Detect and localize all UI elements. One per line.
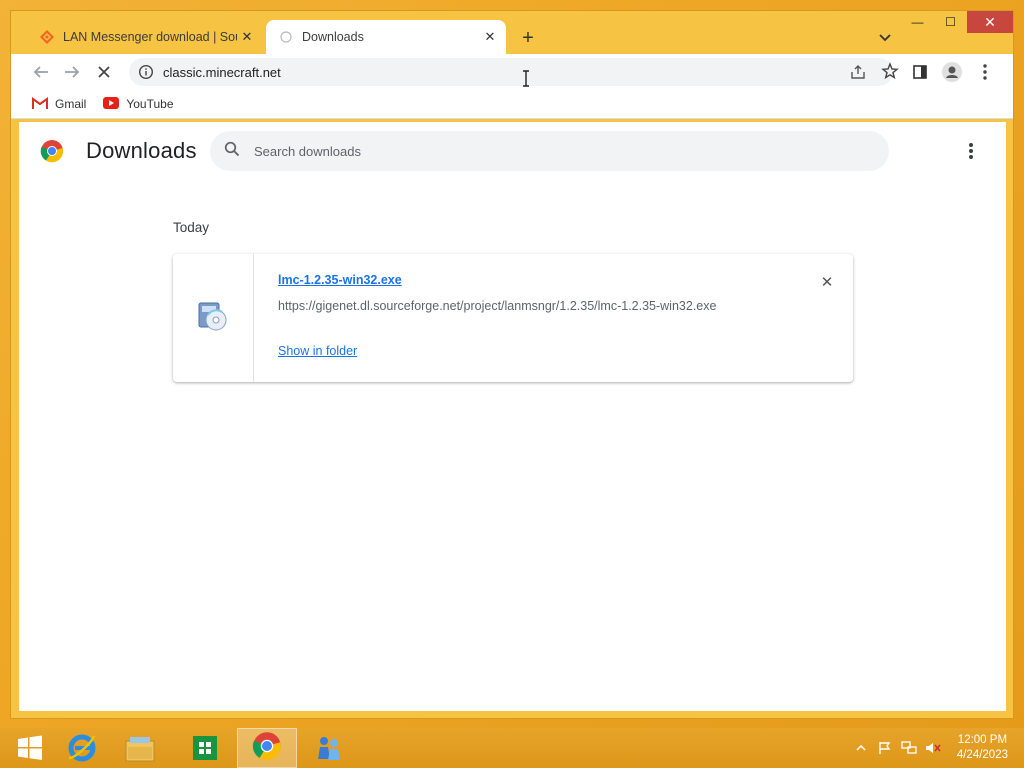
back-arrow-icon[interactable]: [30, 61, 52, 83]
download-item-card: lmc-1.2.35-win32.exe https://gigenet.dl.…: [173, 254, 853, 382]
youtube-icon: [103, 96, 120, 112]
chrome-taskbar-button[interactable]: [237, 728, 297, 768]
downloads-page: Downloads Today: [19, 122, 1006, 711]
store-icon[interactable]: [175, 728, 235, 768]
browser-toolbar: classic.minecraft.net: [11, 54, 1013, 90]
forward-arrow-icon[interactable]: [61, 61, 83, 83]
chrome-logo-icon: [40, 139, 64, 168]
sourceforge-icon: [39, 29, 55, 45]
windows-taskbar: 12:00 PM 4/24/2023: [0, 728, 1024, 768]
minimize-button[interactable]: —: [901, 11, 934, 33]
more-actions-icon[interactable]: [962, 142, 980, 160]
internet-explorer-icon[interactable]: [52, 728, 112, 768]
date-group-label: Today: [173, 220, 210, 235]
bookmark-label: Gmail: [55, 97, 87, 111]
downloaded-file-link[interactable]: lmc-1.2.35-win32.exe: [278, 273, 402, 287]
tab-search-chevron-icon[interactable]: [873, 26, 897, 50]
messenger-icon[interactable]: [299, 728, 359, 768]
clock-time: 12:00 PM: [957, 734, 1008, 746]
chrome-menu-icon[interactable]: [974, 61, 996, 83]
bookmark-label: YouTube: [126, 97, 174, 111]
window-controls: — ☐ ✕: [901, 11, 1013, 33]
bookmark-youtube[interactable]: YouTube: [103, 96, 174, 112]
file-explorer-icon[interactable]: [110, 728, 170, 768]
tab-close-icon[interactable]: ✕: [237, 27, 257, 47]
bookmark-gmail[interactable]: Gmail: [32, 96, 87, 112]
start-button[interactable]: [0, 728, 60, 768]
search-icon: [224, 141, 240, 162]
downloads-header: Downloads: [19, 122, 1006, 180]
tab-title: LAN Messenger download | SourceForge.net: [63, 30, 237, 44]
system-tray: 12:00 PM 4/24/2023: [851, 728, 1024, 768]
network-icon[interactable]: [899, 738, 919, 758]
maximize-button[interactable]: ☐: [934, 11, 967, 33]
bookmark-star-icon[interactable]: [881, 62, 899, 85]
url-text: classic.minecraft.net: [163, 64, 281, 80]
tab-lan-messenger[interactable]: LAN Messenger download | SourceForge.net…: [27, 20, 263, 54]
download-source-url: https://gigenet.dl.sourceforge.net/proje…: [278, 299, 717, 313]
tab-downloads[interactable]: Downloads ✕: [266, 20, 506, 54]
remove-download-button[interactable]: ✕: [817, 272, 837, 292]
clock-date: 4/24/2023: [956, 749, 1008, 761]
tab-strip: LAN Messenger download | SourceForge.net…: [11, 11, 1013, 54]
tab-title: Downloads: [302, 30, 364, 44]
stop-loading-icon[interactable]: [93, 61, 115, 83]
page-title: Downloads: [86, 138, 197, 163]
search-downloads-input[interactable]: [254, 143, 834, 159]
profile-avatar-icon[interactable]: [941, 61, 963, 83]
site-info-icon[interactable]: [138, 64, 154, 80]
file-icon-column: [173, 254, 254, 382]
show-in-folder-link[interactable]: Show in folder: [278, 344, 357, 358]
new-tab-button[interactable]: +: [516, 26, 540, 50]
volume-muted-icon[interactable]: [923, 738, 943, 758]
browser-window: LAN Messenger download | SourceForge.net…: [10, 10, 1014, 719]
chrome-icon: [252, 731, 282, 766]
address-bar[interactable]: classic.minecraft.net: [129, 58, 899, 86]
bookmarks-bar: Gmail YouTube: [11, 90, 1013, 119]
action-center-flag-icon[interactable]: [875, 738, 895, 758]
search-downloads-box[interactable]: [210, 131, 889, 171]
show-hidden-icons-icon[interactable]: [851, 738, 871, 758]
side-panel-icon[interactable]: [909, 61, 931, 83]
text-cursor-icon: [522, 70, 530, 87]
downloads-tab-favicon: [278, 29, 294, 45]
installer-file-icon: [196, 299, 230, 338]
share-icon[interactable]: [849, 63, 867, 86]
close-window-button[interactable]: ✕: [967, 11, 1013, 33]
gmail-icon: [32, 96, 48, 112]
taskbar-clock[interactable]: 12:00 PM 4/24/2023: [947, 733, 1024, 763]
tab-close-icon[interactable]: ✕: [480, 27, 500, 47]
